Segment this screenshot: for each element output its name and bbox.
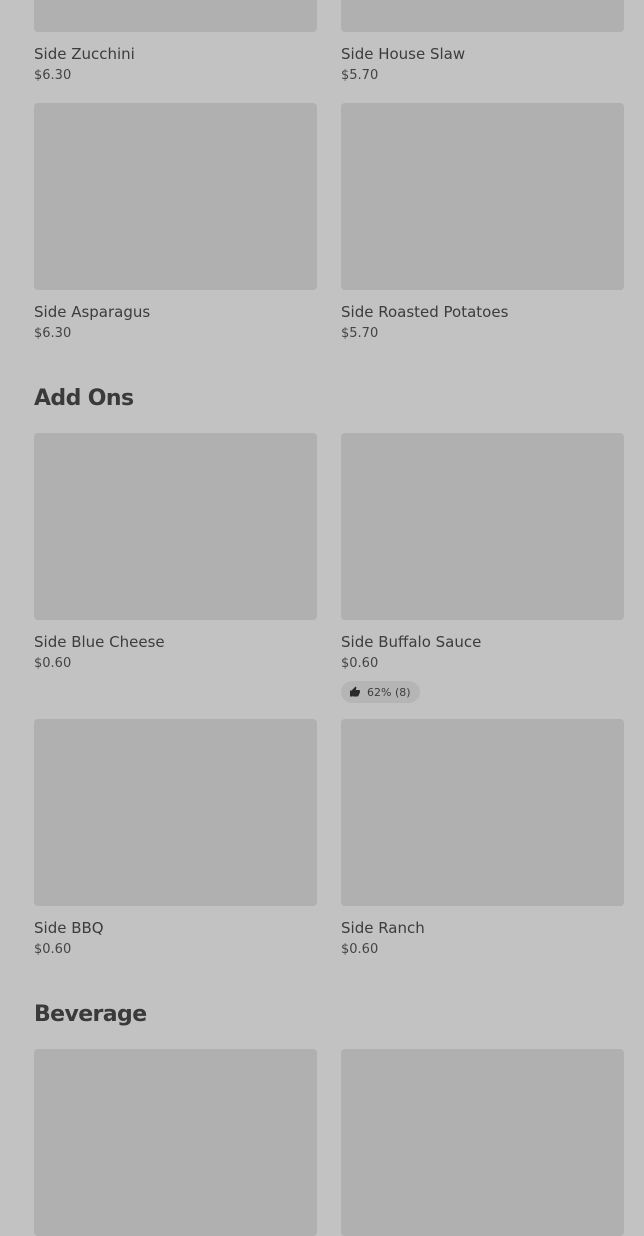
item-price: $6.30: [34, 326, 72, 341]
section-title-beverage: Beverage: [34, 1002, 147, 1027]
item-price: $5.70: [341, 68, 379, 83]
item-image: [341, 719, 624, 906]
item-name: Side Asparagus: [34, 303, 151, 321]
menu-item-card[interactable]: Side Zucchini $6.30: [34, 0, 317, 84]
item-image: [34, 103, 317, 290]
item-price: $0.60: [34, 942, 72, 957]
item-image: [34, 433, 317, 620]
item-price: $0.60: [341, 656, 379, 671]
item-image: [341, 103, 624, 290]
thumbs-up-icon: [349, 686, 361, 698]
item-price: $5.70: [341, 326, 379, 341]
item-name: Side Zucchini: [34, 45, 135, 63]
item-name: Side Buffalo Sauce: [341, 633, 482, 651]
item-name: Side Ranch: [341, 919, 425, 937]
rating-text: 62% (8): [367, 685, 411, 699]
menu-item-card[interactable]: Side Asparagus $6.30: [34, 103, 317, 342]
item-image: [34, 0, 317, 32]
section-title-add-ons: Add Ons: [34, 386, 134, 411]
item-image: [34, 1049, 317, 1236]
item-name: Side BBQ: [34, 919, 104, 937]
item-image: [34, 719, 317, 906]
item-price: $6.30: [34, 68, 72, 83]
item-image: [341, 1049, 624, 1236]
item-image: [341, 433, 624, 620]
menu-item-card[interactable]: Side Blue Cheese $0.60: [34, 433, 317, 672]
rating-badge: 62% (8): [341, 681, 420, 703]
menu-item-card[interactable]: Side Roasted Potatoes $5.70: [341, 103, 624, 342]
item-image: [341, 0, 624, 32]
menu-item-card[interactable]: [341, 1049, 624, 1236]
item-price: $0.60: [341, 942, 379, 957]
item-price: $0.60: [34, 656, 72, 671]
menu-item-card[interactable]: Side House Slaw $5.70: [341, 0, 624, 84]
item-name: Side Blue Cheese: [34, 633, 165, 651]
menu-item-card[interactable]: Side Buffalo Sauce $0.60 62% (8): [341, 433, 624, 703]
item-name: Side House Slaw: [341, 45, 466, 63]
menu-item-card[interactable]: Side BBQ $0.60: [34, 719, 317, 958]
item-name: Side Roasted Potatoes: [341, 303, 509, 321]
menu-item-card[interactable]: Side Ranch $0.60: [341, 719, 624, 958]
menu-item-card[interactable]: [34, 1049, 317, 1236]
